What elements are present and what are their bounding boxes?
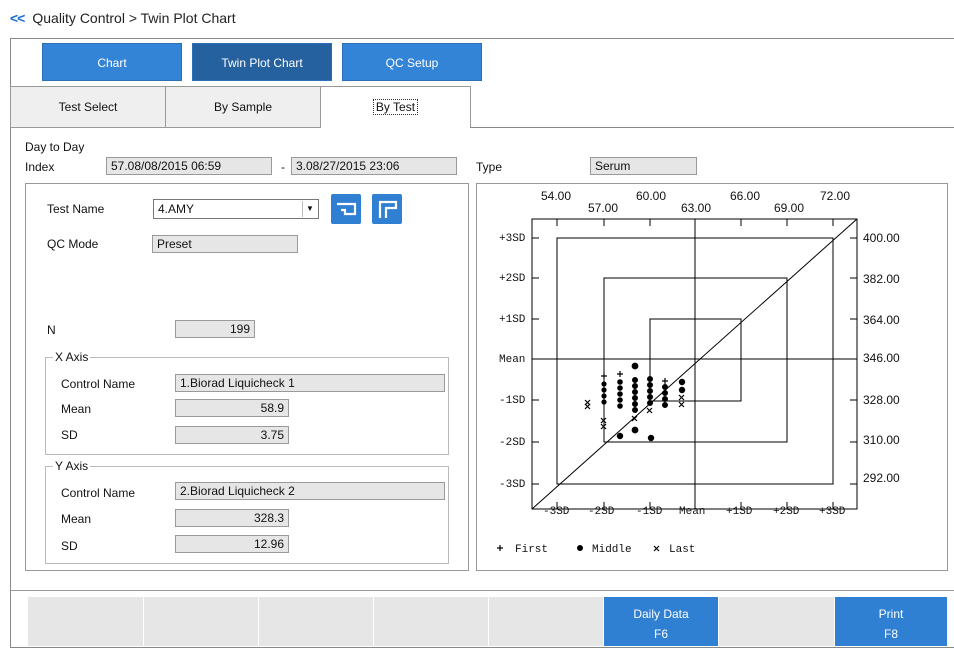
data-points — [584, 362, 686, 442]
bottom-tick-plus1sd: +1SD — [726, 506, 753, 518]
y-sd-label: SD — [61, 539, 78, 553]
y-axis-title: Y Axis — [53, 459, 91, 473]
twin-plot-panel: 54.00 60.00 66.00 72.00 57.00 63.00 69.0… — [476, 183, 948, 571]
right-tick-310: 310.00 — [863, 433, 900, 447]
y-mean-field: 328.3 — [175, 509, 289, 527]
chart-button[interactable]: Chart — [42, 43, 182, 81]
left-tick-minus2sd: -2SD — [499, 437, 526, 449]
bottom-tick-plus3sd: +3SD — [819, 506, 846, 518]
index-to-field[interactable]: 3.08/27/2015 23:06 — [291, 157, 457, 175]
top-tick-marks — [556, 219, 834, 226]
x-control-name-field: 1.Biorad Liquicheck 1 — [175, 374, 445, 392]
twin-plot-chart: 54.00 60.00 66.00 72.00 57.00 63.00 69.0… — [497, 189, 900, 556]
qc-mode-label: QC Mode — [47, 237, 99, 251]
test-name-label: Test Name — [47, 202, 105, 216]
top-tick-label-72: 72.00 — [820, 189, 850, 203]
top-tick-label-60: 60.00 — [636, 189, 666, 203]
function-key-3 — [259, 597, 374, 646]
qc-setup-button[interactable]: QC Setup — [342, 43, 482, 81]
hand-right-icon — [378, 200, 398, 218]
twin-plot-chart-button[interactable]: Twin Plot Chart — [192, 43, 332, 81]
left-tick-mean: Mean — [499, 354, 525, 366]
tab-by-sample[interactable]: By Sample — [165, 86, 321, 128]
function-key-2 — [144, 597, 259, 646]
x-control-name-label: Control Name — [61, 377, 136, 391]
type-label: Type — [476, 160, 503, 174]
daily-data-label: Daily Data — [633, 607, 689, 621]
test-name-select[interactable]: 4.AMY ▼ — [153, 199, 319, 219]
day-to-day-label: Day to Day — [25, 140, 85, 154]
function-key-5 — [489, 597, 604, 646]
back-button[interactable]: << — [10, 10, 25, 26]
right-tick-364: 364.00 — [863, 313, 900, 327]
legend-last: Last — [669, 544, 695, 556]
n-label: N — [47, 323, 56, 337]
bottom-tick-minus1sd: -1SD — [636, 506, 663, 518]
hand-left-icon — [337, 202, 357, 216]
print-button[interactable]: Print F8 — [835, 597, 948, 646]
right-tick-346: 346.00 — [863, 351, 900, 365]
y-mean-label: Mean — [61, 512, 92, 526]
y-sd-field: 12.96 — [175, 535, 289, 553]
right-tick-382: 382.00 — [863, 272, 900, 286]
left-tick-minus1sd: -1SD — [499, 395, 526, 407]
legend-middle-marker — [577, 545, 583, 551]
x-sd-field: 3.75 — [175, 426, 289, 444]
top-tick-label-54: 54.00 — [541, 189, 571, 203]
right-tick-292: 292.00 — [863, 471, 900, 485]
left-tick-plus2sd: +2SD — [499, 273, 526, 285]
index-from-field[interactable]: 57.08/08/2015 06:59 — [106, 157, 272, 175]
breadcrumb-text: Quality Control > Twin Plot Chart — [32, 10, 236, 26]
index-dash: - — [281, 160, 285, 174]
function-key-1 — [28, 597, 144, 646]
tab-divider — [470, 127, 954, 128]
right-tick-328: 328.00 — [863, 393, 900, 407]
print-key: F8 — [883, 627, 898, 641]
left-tick-marks — [532, 237, 539, 485]
index-label: Index — [25, 160, 55, 174]
x-mean-field: 58.9 — [175, 399, 289, 417]
bottom-tick-plus2sd: +2SD — [773, 506, 800, 518]
y-control-name-field: 2.Biorad Liquicheck 2 — [175, 482, 445, 500]
top-tick-label-63: 63.00 — [681, 201, 711, 215]
left-tick-minus3sd: -3SD — [499, 479, 526, 491]
legend-last-marker — [653, 545, 660, 552]
breadcrumb: << Quality Control > Twin Plot Chart — [10, 10, 236, 26]
top-tick-label-66: 66.00 — [730, 189, 760, 203]
n-field: 199 — [175, 320, 255, 338]
top-tick-label-69: 69.00 — [774, 201, 804, 215]
tab-test-select[interactable]: Test Select — [10, 86, 166, 128]
type-field[interactable]: Serum — [590, 157, 697, 175]
y-control-name-label: Control Name — [61, 486, 136, 500]
test-name-value: 4.AMY — [158, 202, 195, 216]
legend-middle: Middle — [592, 544, 632, 556]
daily-data-button[interactable]: Daily Data F6 — [604, 597, 719, 646]
x-sd-label: SD — [61, 428, 78, 442]
x-axis-title: X Axis — [53, 350, 91, 364]
chevron-down-icon: ▼ — [302, 201, 317, 217]
legend-first-marker — [497, 545, 503, 551]
left-tick-plus1sd: +1SD — [499, 314, 526, 326]
function-key-7 — [719, 597, 835, 646]
bottom-tick-minus2sd: -2SD — [588, 506, 615, 518]
qc-mode-field: Preset — [152, 235, 298, 253]
next-test-button[interactable] — [372, 194, 402, 224]
print-label: Print — [878, 607, 904, 621]
function-key-4 — [374, 597, 489, 646]
top-tick-label-57: 57.00 — [588, 201, 618, 215]
daily-data-key: F6 — [653, 627, 668, 641]
bottom-tick-mean: Mean — [679, 506, 705, 518]
previous-test-button[interactable] — [331, 194, 361, 224]
tab-by-test-label: By Test — [372, 99, 419, 115]
left-tick-plus3sd: +3SD — [499, 233, 526, 245]
tab-by-test[interactable]: By Test — [320, 86, 471, 128]
right-tick-400: 400.00 — [863, 231, 900, 245]
right-tick-marks — [850, 237, 857, 485]
bottom-tick-minus3sd: -3SD — [543, 506, 570, 518]
x-mean-label: Mean — [61, 402, 92, 416]
legend-first: First — [515, 544, 548, 556]
